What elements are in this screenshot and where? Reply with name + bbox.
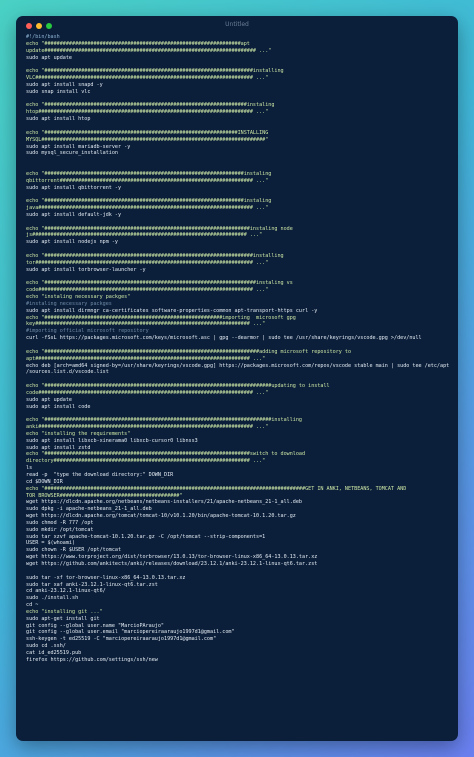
- code-line: echo "##################################…: [26, 314, 296, 321]
- code-line: echo "##################################…: [26, 451, 306, 458]
- code-line: curl -fSsL https://packages.microsoft.co…: [26, 335, 422, 342]
- code-line: echo "installing the requirements": [26, 430, 131, 437]
- code-line: echo "installing git ...": [26, 608, 103, 615]
- code-line: sudo apt install torbrowser-launcher -y: [26, 266, 146, 273]
- code-line: update##################################…: [26, 47, 272, 54]
- code-line: code####################################…: [26, 389, 269, 396]
- code-line: sudo apt install dirmngr ca-certificates…: [26, 307, 318, 314]
- code-line: git config --global user.name "MarcioPAr…: [26, 622, 165, 629]
- code-line: anki####################################…: [26, 424, 269, 431]
- code-line: code####################################…: [26, 287, 269, 294]
- code-line: sudo apt install code: [26, 403, 91, 410]
- code-line: sudo apt update: [26, 396, 73, 403]
- window-title: Untitled: [225, 21, 249, 28]
- code-line: sudo mkdir /opt/tomcat: [26, 526, 94, 533]
- code-line: cd anki-23.12.1-linux-qt6/: [26, 588, 106, 595]
- code-line: tor#####################################…: [26, 259, 269, 266]
- code-line: echo "##################################…: [26, 253, 284, 259]
- code-line: echo "##################################…: [26, 383, 330, 390]
- editor-window: Untitled #!/bin/bash echo "##############…: [16, 16, 458, 741]
- code-line: htop####################################…: [26, 109, 269, 116]
- code-line: wget https://github.com/ankitects/anki/r…: [26, 560, 318, 567]
- code-line: sudo apt-get install git: [26, 615, 100, 622]
- code-line: MYSQL###################################…: [26, 136, 269, 143]
- code-line: sudo dpkg -i apache-netbeans_21-1_all.de…: [26, 506, 152, 513]
- code-line: ssh-keygen -t ed25519 -C "marciopereiraa…: [26, 636, 217, 643]
- code-line: echo "##################################…: [26, 198, 272, 205]
- code-line: sudo tar -xf tor-browser-linux-x86_64-13…: [26, 574, 186, 581]
- code-line: echo "##################################…: [26, 40, 250, 47]
- code-line: apt#####################################…: [26, 355, 266, 362]
- code-line: /sources.list.d/vscode.list: [26, 369, 109, 376]
- code-line: sudo apt install default-jdk -y: [26, 211, 122, 218]
- code-line: #importing official microsoft repository: [26, 328, 149, 335]
- code-line: #instaling necessary packges: [26, 300, 112, 307]
- code-line: sudo chown -R $USER /opt/tomcat: [26, 547, 122, 554]
- code-line: cat id_ed25519.pub: [26, 649, 82, 656]
- code-line: sudo ./install.sh: [26, 595, 79, 602]
- code-line: sudo mysql_secure_installation: [26, 150, 119, 157]
- code-area[interactable]: #!/bin/bash echo "#######################…: [26, 34, 452, 664]
- code-line: echo "##################################…: [26, 68, 284, 75]
- code-line: sudo chmod -R 777 /opt: [26, 519, 94, 526]
- code-line: echo "##################################…: [26, 225, 293, 232]
- code-line: sudo apt update: [26, 54, 73, 61]
- code-line: cd $DOWN_DIR: [26, 478, 63, 485]
- code-line: sudo apt install libxcb-xinerama0 libxcb…: [26, 437, 198, 444]
- code-line: echo "##################################…: [26, 102, 275, 109]
- code-line: sudo apt install zstd: [26, 444, 91, 451]
- code-line: key#####################################…: [26, 321, 266, 328]
- code-line: java####################################…: [26, 205, 269, 212]
- title-bar: Untitled: [16, 16, 458, 36]
- code-line: sudo apt install nodejs npm -y: [26, 239, 119, 246]
- code-line: USER = $(whoami): [26, 540, 76, 547]
- code-line: js######################################…: [26, 232, 263, 239]
- code-line: sudo apt install qbittorrent -y: [26, 184, 122, 191]
- code-line: sudo apt install htop: [26, 116, 91, 123]
- code-line: sudo cd .ssh/: [26, 643, 66, 650]
- code-line: echo "##################################…: [26, 129, 269, 136]
- code-line: read -p "type the download directory:" D…: [26, 472, 174, 478]
- code-line: echo "instaling necessary packges": [26, 294, 131, 301]
- code-line: echo "##################################…: [26, 348, 352, 355]
- code-line: echo "##################################…: [26, 417, 303, 424]
- code-line: wget https://www.torproject.org/dist/tor…: [26, 554, 318, 561]
- code-line: directory###############################…: [26, 458, 266, 465]
- code-line: echo "##################################…: [26, 280, 293, 287]
- code-line: sudo tar xzvf apache-tomcat-10.1.20.tar.…: [26, 533, 266, 540]
- code-line: VLC#####################################…: [26, 75, 269, 82]
- code-line: sudo tar xaf anki-23.12.1-linux-qt6.tar.…: [26, 581, 158, 588]
- code-line: echo "##################################…: [26, 170, 272, 177]
- code-line: TOR BROWSER#############################…: [26, 492, 183, 499]
- code-line: firefox https://github.com/settings/ssh/…: [26, 656, 158, 663]
- code-line: sudo snap install vlc: [26, 88, 91, 95]
- code-line: echo deb [arch=amd64 signed-by=/usr/shar…: [26, 362, 450, 369]
- code-line: git config --global user.email "marciope…: [26, 629, 235, 636]
- code-line: wget https://dlcdn.apache.org/tomcat/tom…: [26, 513, 296, 520]
- code-line: #!/bin/bash: [26, 34, 60, 40]
- code-line: ls: [26, 465, 33, 472]
- code-line: sudo apt install snapd -y: [26, 81, 103, 88]
- code-line: wget https://dlcdn.apache.org/netbeans/n…: [26, 499, 303, 506]
- code-line: qbittorrent#############################…: [26, 177, 269, 184]
- code-line: cd ~: [26, 602, 39, 609]
- code-line: sudo apt install mariadb-server -y: [26, 143, 131, 150]
- code-line: echo "##################################…: [26, 485, 407, 492]
